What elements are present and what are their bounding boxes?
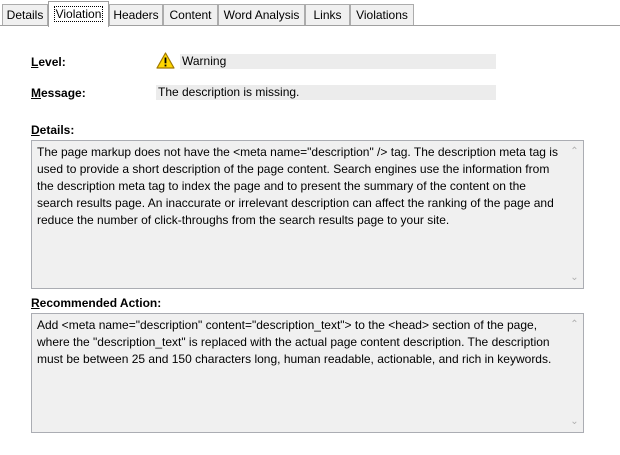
- details-scrollbar[interactable]: ⌃ ⌄: [566, 141, 583, 288]
- tab-details-label: Details: [6, 8, 44, 22]
- recommended-action-label-accel: R: [31, 296, 40, 310]
- tab-violations[interactable]: Violations: [350, 4, 414, 25]
- details-label: Details:: [31, 123, 74, 137]
- details-label-rest: etails:: [39, 123, 75, 137]
- scroll-up-icon[interactable]: ⌃: [566, 143, 583, 160]
- message-label: Message:: [31, 86, 86, 100]
- message-label-accel: M: [31, 86, 41, 100]
- message-label-rest: essage:: [41, 86, 86, 100]
- scroll-down-icon[interactable]: ⌄: [566, 413, 583, 430]
- level-label-rest: evel:: [38, 55, 66, 69]
- message-value: The description is missing.: [156, 85, 496, 100]
- tab-content-label: Content: [169, 8, 212, 22]
- tab-headers-label: Headers: [113, 8, 159, 22]
- scroll-up-icon[interactable]: ⌃: [566, 316, 583, 333]
- scroll-down-icon[interactable]: ⌄: [566, 269, 583, 286]
- recommended-action-textbox[interactable]: Add <meta name="description" content="de…: [31, 313, 584, 433]
- tab-word-analysis-label: Word Analysis: [223, 8, 300, 22]
- tab-links-label: Links: [313, 8, 342, 22]
- details-text: The page markup does not have the <meta …: [37, 145, 558, 227]
- tab-word-analysis[interactable]: Word Analysis: [218, 4, 305, 25]
- recommended-action-label: Recommended Action:: [31, 296, 161, 310]
- tab-details[interactable]: Details: [2, 4, 48, 25]
- recommended-action-text: Add <meta name="description" content="de…: [37, 318, 552, 366]
- tab-violations-label: Violations: [356, 8, 408, 22]
- tab-bar: Details Violation Headers Content Word A…: [0, 0, 620, 27]
- recommended-action-label-rest: ecommended Action:: [39, 296, 162, 310]
- tab-content[interactable]: Content: [163, 4, 218, 25]
- level-label: Level:: [31, 55, 66, 69]
- tab-violation[interactable]: Violation: [48, 1, 109, 27]
- details-textbox[interactable]: The page markup does not have the <meta …: [31, 140, 584, 289]
- tab-headers[interactable]: Headers: [109, 4, 163, 25]
- warning-icon: [156, 52, 175, 69]
- tab-violation-label: Violation: [53, 6, 104, 22]
- tab-links[interactable]: Links: [305, 4, 350, 25]
- level-value: Warning: [180, 54, 496, 69]
- recommended-action-scrollbar[interactable]: ⌃ ⌄: [566, 314, 583, 432]
- details-label-accel: D: [31, 123, 40, 137]
